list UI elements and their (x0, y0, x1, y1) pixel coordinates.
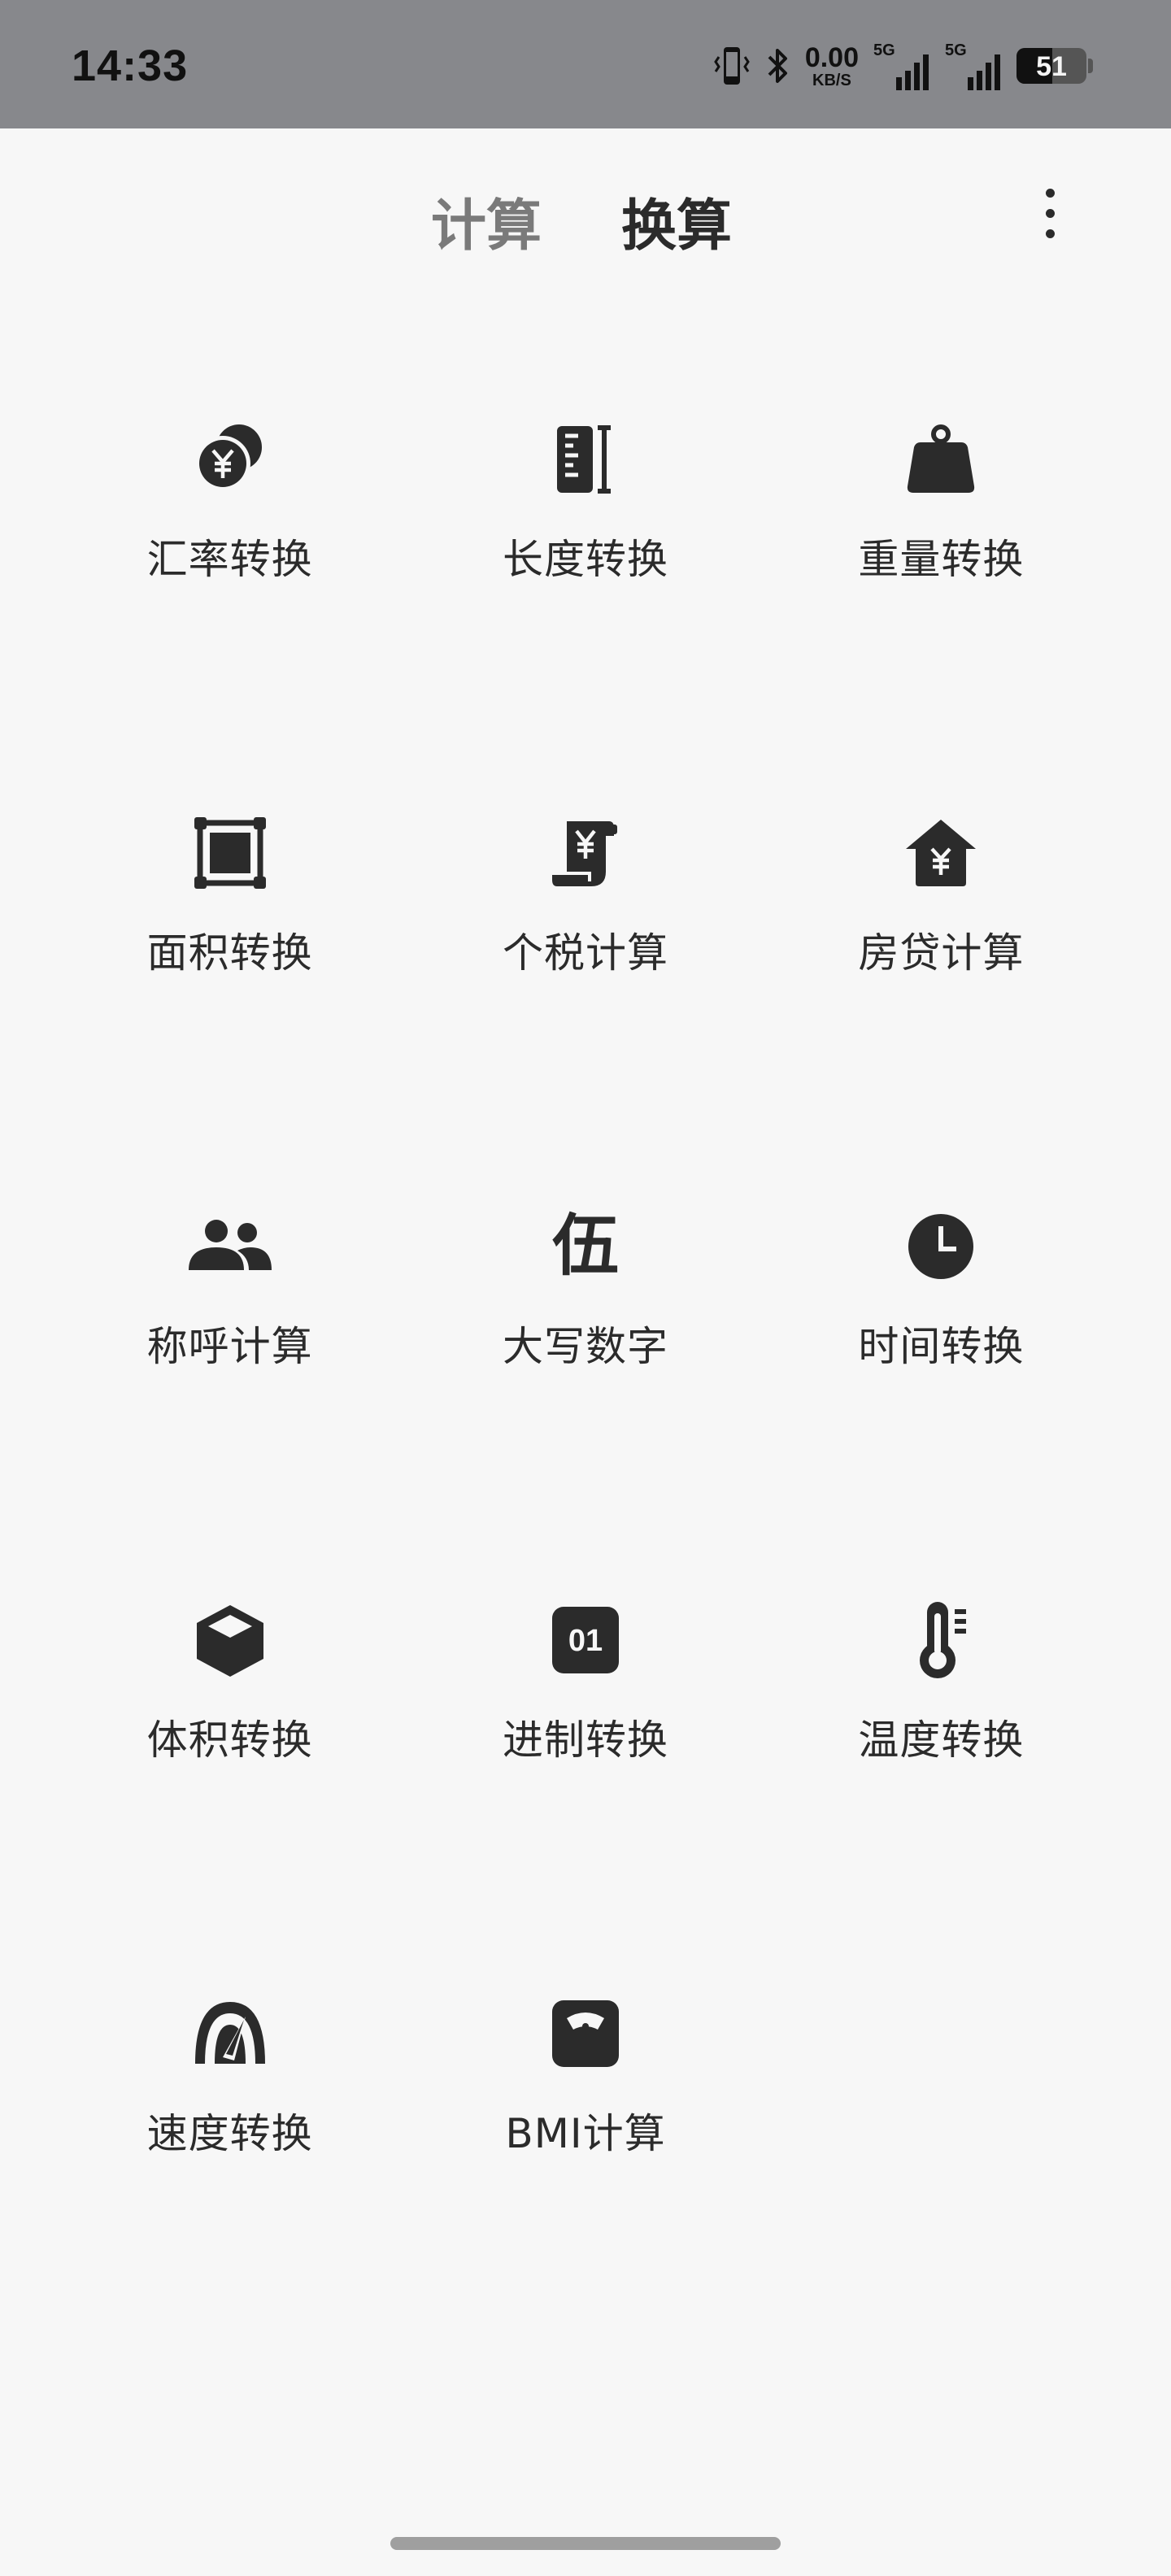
tool-label: BMI计算 (505, 2110, 666, 2157)
battery-icon: 51 (1016, 48, 1086, 84)
tool-label: 汇率转换 (146, 536, 313, 583)
tool-label: 温度转换 (858, 1717, 1025, 1764)
area-square-icon (185, 808, 275, 898)
tool-label: 速度转换 (146, 2110, 313, 2157)
tool-income-tax[interactable]: 个税计算 (407, 776, 763, 1169)
signal-icon (896, 54, 929, 90)
tools-grid: 汇率转换 长度转换 重量转换 面积转换 个税计算 房贷计算 称呼计算 伍 大写数… (0, 382, 1171, 2350)
tool-speed[interactable]: 速度转换 (52, 1956, 407, 2350)
tool-time[interactable]: 时间转换 (764, 1169, 1119, 1563)
battery-tip (1088, 59, 1093, 73)
tool-label: 长度转换 (502, 536, 668, 583)
tool-relative-title[interactable]: 称呼计算 (52, 1169, 407, 1563)
status-time: 14:33 (72, 41, 189, 90)
tool-area[interactable]: 面积转换 (52, 776, 407, 1169)
mortgage-house-icon (896, 808, 986, 898)
binary-glyph: 01 (568, 1624, 603, 1658)
tool-label: 房贷计算 (858, 929, 1025, 977)
wu-character-glyph: 伍 (551, 1208, 619, 1285)
wu-character-icon: 伍 (541, 1202, 630, 1291)
tool-bmi[interactable]: BMI计算 (407, 1956, 763, 2350)
status-icons: 0.00 KB/S 5G 5G 51 (714, 39, 1093, 93)
tool-label: 体积转换 (146, 1717, 313, 1764)
bmi-scale-icon (541, 1989, 630, 2078)
battery-level: 51 (1036, 51, 1067, 82)
tool-label: 进制转换 (502, 1717, 668, 1764)
tool-label: 大写数字 (502, 1323, 668, 1370)
currency-coins-icon (185, 415, 275, 504)
thermometer-icon (896, 1595, 986, 1685)
header-tabs: 计算 换算 (0, 172, 1171, 259)
tool-label: 称呼计算 (146, 1323, 313, 1370)
tool-exchange-rate[interactable]: 汇率转换 (52, 382, 407, 776)
tool-mortgage[interactable]: 房贷计算 (764, 776, 1119, 1169)
sim1-network-tag: 5G (873, 41, 895, 59)
sim2-network-tag: 5G (945, 41, 967, 59)
tool-weight[interactable]: 重量转换 (764, 382, 1119, 776)
more-vertical-icon[interactable] (1031, 172, 1069, 254)
people-icon (185, 1202, 275, 1291)
tab-calculate[interactable]: 计算 (431, 181, 542, 261)
binary-icon: 01 (541, 1595, 630, 1685)
vibrate-icon (714, 47, 750, 85)
tool-capital-numbers[interactable]: 伍 大写数字 (407, 1169, 763, 1563)
tool-label: 个税计算 (502, 929, 668, 977)
clock-icon (896, 1202, 986, 1291)
signal-icon (968, 54, 1000, 90)
network-speed-value: 0.00 (804, 41, 859, 73)
tool-label: 面积转换 (146, 929, 313, 977)
speedometer-icon (185, 1989, 275, 2078)
weight-icon (896, 415, 986, 504)
tool-label: 时间转换 (858, 1323, 1025, 1370)
tool-temperature[interactable]: 温度转换 (764, 1563, 1119, 1956)
tool-volume[interactable]: 体积转换 (52, 1563, 407, 1956)
bluetooth-icon (768, 49, 787, 83)
tool-length[interactable]: 长度转换 (407, 382, 763, 776)
status-bar: 14:33 0.00 KB/S 5G 5G 51 (0, 0, 1171, 128)
tool-label: 重量转换 (858, 536, 1025, 583)
home-indicator[interactable] (390, 2537, 781, 2550)
ruler-icon (541, 415, 630, 504)
tax-receipt-icon (541, 808, 630, 898)
tab-convert[interactable]: 换算 (621, 181, 732, 261)
network-speed: 0.00 KB/S (805, 44, 859, 89)
sim1-signal: 5G (873, 41, 930, 90)
tool-number-base[interactable]: 01 进制转换 (407, 1563, 763, 1956)
network-speed-unit: KB/S (812, 71, 851, 89)
sim2-signal: 5G (945, 41, 1002, 90)
cube-icon (185, 1595, 275, 1685)
